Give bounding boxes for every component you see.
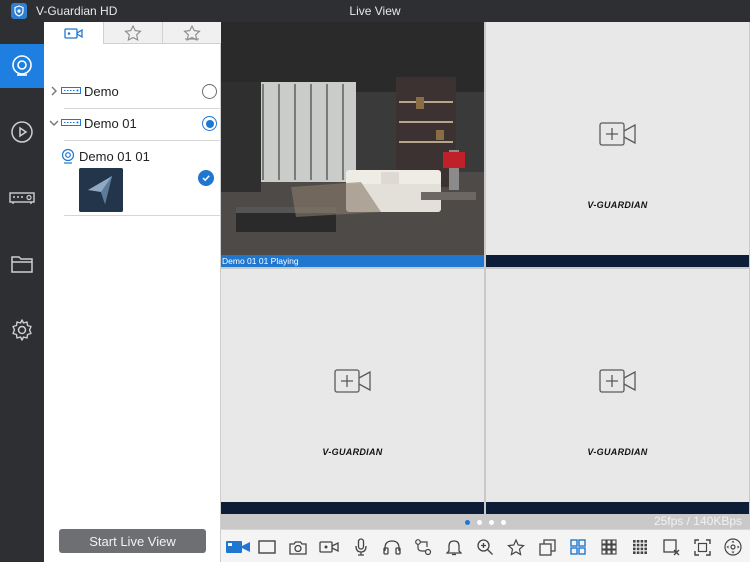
nvr-device-icon <box>9 192 35 204</box>
page-dot[interactable] <box>465 520 470 525</box>
brand-logo: V-GUARDIAN <box>322 447 383 457</box>
panel-tabs <box>44 22 221 45</box>
video-status-bar: Demo 01 01 Playing <box>221 255 484 267</box>
video-cell-2[interactable]: V-GUARDIAN <box>486 22 749 267</box>
window-icon <box>258 540 276 554</box>
microphone-icon <box>355 538 367 556</box>
brand-logo: V-GUARDIAN <box>587 200 648 210</box>
layout-16-button[interactable] <box>628 535 652 559</box>
snapshot-button[interactable] <box>286 535 310 559</box>
device-row-demo-01[interactable]: Demo 01 <box>44 108 221 140</box>
tab-cameras[interactable] <box>44 22 103 45</box>
star-folder-icon <box>124 25 142 41</box>
grid-4-icon <box>570 539 586 555</box>
video-cell-4[interactable]: V-GUARDIAN <box>486 269 749 514</box>
video-cell-1[interactable]: Demo 01 01 Playing <box>221 22 484 267</box>
add-camera-icon[interactable] <box>334 369 372 393</box>
window-button[interactable] <box>255 535 279 559</box>
layout-4-button[interactable] <box>566 535 590 559</box>
tab-favorites[interactable] <box>103 22 162 44</box>
app-window: V-Guardian HD Live View Demo Demo 01 Dem… <box>0 0 750 562</box>
page-dot[interactable] <box>477 520 482 525</box>
window-title: Live View <box>349 4 401 18</box>
live-camera-icon <box>226 541 250 553</box>
start-live-view-button[interactable]: Start Live View <box>59 529 206 553</box>
bottom-toolbar <box>221 529 750 562</box>
route-icon <box>415 539 432 556</box>
chevron-down-icon[interactable] <box>48 117 60 129</box>
ptz-route-button[interactable] <box>411 535 435 559</box>
video-status-bar <box>486 255 749 267</box>
live-video-frame <box>221 22 484 255</box>
copy-button[interactable] <box>535 535 559 559</box>
favorite-button[interactable] <box>504 535 528 559</box>
nvr-device-icon <box>61 87 81 94</box>
gear-icon <box>12 319 32 341</box>
device-row-demo[interactable]: Demo <box>44 76 221 108</box>
device-select-radio[interactable] <box>202 84 217 99</box>
ptz-control-button[interactable] <box>721 535 745 559</box>
left-nav <box>0 22 44 562</box>
add-camera-icon[interactable] <box>599 122 637 146</box>
video-status-bar <box>221 502 484 514</box>
grid-9-icon <box>601 539 617 555</box>
microphone-button[interactable] <box>349 535 373 559</box>
group-star-icon <box>183 25 201 41</box>
video-grid: Demo 01 01 Playing V-GUARDIAN V-GUARDIAN… <box>221 22 750 529</box>
star-icon <box>507 538 525 556</box>
camera-icon <box>63 28 83 39</box>
device-label: Demo <box>84 84 119 99</box>
camera-label: Demo 01 01 <box>79 149 150 164</box>
bell-icon <box>446 540 462 556</box>
grid-16-icon <box>633 540 647 554</box>
camera-checked-icon[interactable] <box>198 170 214 186</box>
nav-live-view[interactable] <box>0 44 44 88</box>
video-cell-3[interactable]: V-GUARDIAN <box>221 269 484 514</box>
close-window-button[interactable] <box>659 535 683 559</box>
nav-settings[interactable] <box>0 308 44 352</box>
close-window-icon <box>662 538 679 555</box>
page-dot[interactable] <box>501 520 506 525</box>
device-select-radio[interactable] <box>202 116 217 131</box>
audio-button[interactable] <box>380 535 404 559</box>
alarm-button[interactable] <box>442 535 466 559</box>
device-panel: Demo Demo 01 Demo 01 01 Start Live View <box>44 22 221 562</box>
brand-logo: V-GUARDIAN <box>587 447 648 457</box>
nav-devices[interactable] <box>0 176 44 220</box>
divider <box>64 140 221 141</box>
snapshot-icon <box>289 540 307 555</box>
divider <box>64 215 221 216</box>
playback-icon <box>11 121 33 143</box>
folder-icon <box>11 256 33 273</box>
nav-playback[interactable] <box>0 110 44 154</box>
title-bar: V-Guardian HD Live View <box>0 0 750 22</box>
record-button[interactable] <box>317 535 341 559</box>
live-camera-button[interactable] <box>224 535 252 559</box>
headphones-icon <box>383 540 401 555</box>
add-camera-icon[interactable] <box>599 369 637 393</box>
page-dot[interactable] <box>489 520 494 525</box>
camera-thumbnail[interactable] <box>79 168 123 212</box>
chevron-right-icon[interactable] <box>48 85 60 97</box>
fullscreen-icon <box>693 538 711 556</box>
tab-groups[interactable] <box>162 22 221 44</box>
live-view-icon <box>12 55 32 76</box>
nav-files[interactable] <box>0 242 44 286</box>
zoom-button[interactable] <box>473 535 497 559</box>
video-status-text: Demo 01 01 Playing <box>222 256 299 266</box>
ptz-joystick-icon <box>724 538 742 556</box>
camera-channel-icon <box>61 148 75 164</box>
copy-icon <box>538 538 556 556</box>
device-label: Demo 01 <box>84 116 137 131</box>
video-status-bar <box>486 502 749 514</box>
nvr-device-icon <box>61 119 81 126</box>
stream-stats: 25fps / 140KBps <box>653 514 742 528</box>
layout-9-button[interactable] <box>597 535 621 559</box>
zoom-in-icon <box>477 539 493 555</box>
record-icon <box>319 541 339 553</box>
fullscreen-button[interactable] <box>690 535 714 559</box>
